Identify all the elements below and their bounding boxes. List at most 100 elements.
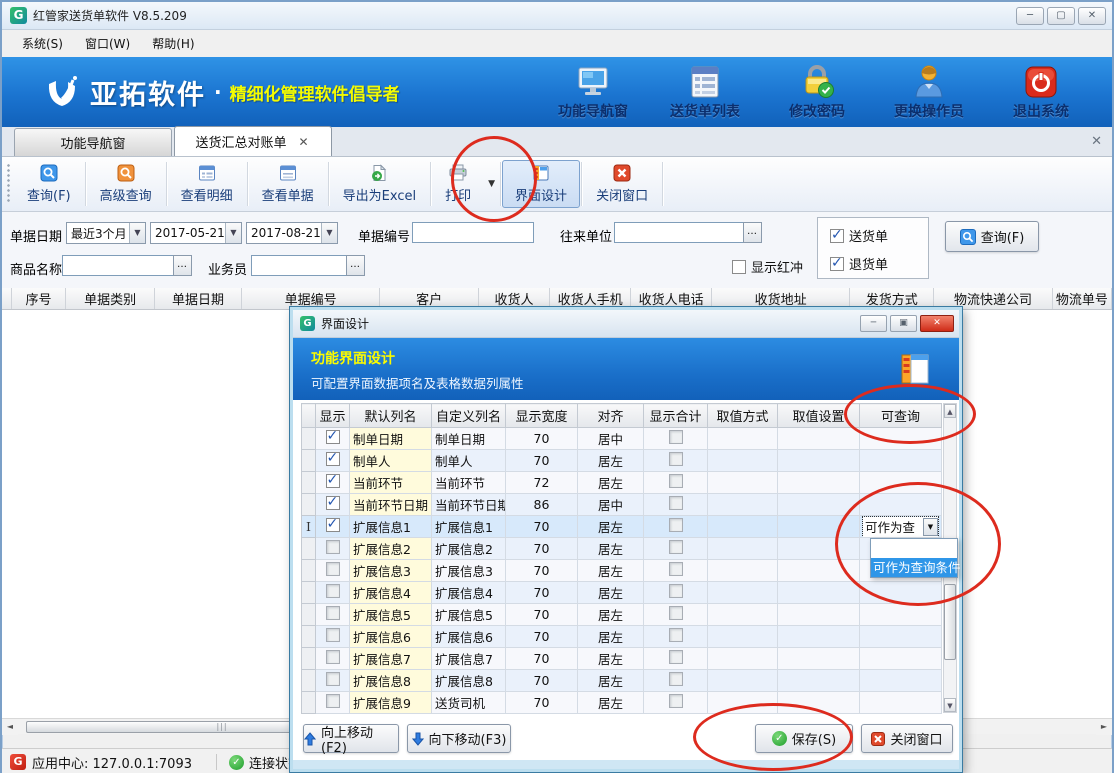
row-selector-cell[interactable]: [302, 428, 316, 450]
config-column-1[interactable]: 默认列名: [350, 404, 432, 428]
value-setting-cell[interactable]: [778, 494, 860, 516]
row-selector-cell[interactable]: [302, 648, 316, 670]
show-cell[interactable]: [316, 538, 350, 560]
sum-cell[interactable]: [644, 560, 708, 582]
grid-column-10[interactable]: 物流快递公司: [934, 288, 1053, 309]
value-setting-cell[interactable]: [778, 450, 860, 472]
queryable-cell[interactable]: [860, 472, 942, 494]
show-cell[interactable]: [316, 626, 350, 648]
show-cell[interactable]: [316, 494, 350, 516]
queryable-cell[interactable]: [860, 494, 942, 516]
align-cell[interactable]: 居中: [578, 494, 644, 516]
show-checkbox[interactable]: [326, 606, 340, 620]
config-column-7[interactable]: 取值设置: [778, 404, 860, 428]
config-row-7[interactable]: 扩展信息3扩展信息370居左: [302, 560, 942, 582]
value-method-cell[interactable]: [708, 494, 778, 516]
toolbar-button-2[interactable]: 高级查询: [87, 160, 165, 208]
align-cell[interactable]: 居左: [578, 472, 644, 494]
bill-type-checkbox[interactable]: [830, 257, 844, 271]
grid-column-1[interactable]: 单据类别: [66, 288, 155, 309]
custom-name-cell[interactable]: 当前环节: [432, 472, 506, 494]
row-selector-cell[interactable]: [302, 582, 316, 604]
config-row-4[interactable]: 当前环节日期当前环节日期86居中: [302, 494, 942, 516]
date-range-select[interactable]: 最近3个月 ▼: [66, 222, 146, 244]
config-column-3[interactable]: 显示宽度: [506, 404, 578, 428]
salesman-picker-button[interactable]: …: [346, 255, 365, 276]
toolbar-button-5[interactable]: 导出为Excel: [330, 160, 429, 208]
column-config-table[interactable]: 显示默认列名自定义列名显示宽度对齐显示合计取值方式取值设置可查询 制单日期制单日…: [301, 403, 942, 714]
queryable-cell[interactable]: [860, 428, 942, 450]
config-row-9[interactable]: 扩展信息5扩展信息570居左: [302, 604, 942, 626]
sum-checkbox[interactable]: [669, 606, 683, 620]
show-checkbox[interactable]: [326, 628, 340, 642]
sum-checkbox[interactable]: [669, 562, 683, 576]
sum-checkbox[interactable]: [669, 650, 683, 664]
sum-checkbox[interactable]: [669, 584, 683, 598]
show-checkbox[interactable]: [326, 452, 340, 466]
maximize-button[interactable]: ▢: [1047, 7, 1075, 25]
bill-type-check-0[interactable]: 送货单: [830, 226, 928, 245]
show-cell[interactable]: [316, 472, 350, 494]
row-selector-cell[interactable]: [302, 670, 316, 692]
toolbar-button-8[interactable]: 关闭窗口: [583, 160, 661, 208]
sum-checkbox[interactable]: [669, 694, 683, 708]
value-method-cell[interactable]: [708, 560, 778, 582]
align-cell[interactable]: 居左: [578, 450, 644, 472]
queryable-dropdown-list[interactable]: 可作为查询条件: [870, 538, 958, 578]
sum-cell[interactable]: [644, 538, 708, 560]
grid-column-7[interactable]: 收货人电话: [631, 288, 712, 309]
width-cell[interactable]: 70: [506, 428, 578, 450]
config-row-3[interactable]: 当前环节当前环节72居左: [302, 472, 942, 494]
value-setting-cell[interactable]: [778, 538, 860, 560]
width-cell[interactable]: 70: [506, 604, 578, 626]
value-setting-cell[interactable]: [778, 428, 860, 450]
config-row-10[interactable]: 扩展信息6扩展信息670居左: [302, 626, 942, 648]
align-cell[interactable]: 居左: [578, 648, 644, 670]
config-row-6[interactable]: 扩展信息2扩展信息270居左: [302, 538, 942, 560]
row-selector-cell[interactable]: I: [302, 516, 316, 538]
sum-cell[interactable]: [644, 604, 708, 626]
sum-checkbox[interactable]: [669, 474, 683, 488]
config-column-5[interactable]: 显示合计: [644, 404, 708, 428]
toolbar-button-6[interactable]: 打印: [432, 160, 484, 208]
bill-type-check-1[interactable]: 退货单: [830, 254, 928, 273]
align-cell[interactable]: 居左: [578, 692, 644, 714]
show-checkbox[interactable]: [326, 540, 340, 554]
bill-type-checkbox[interactable]: [830, 229, 844, 243]
custom-name-cell[interactable]: 扩展信息4: [432, 582, 506, 604]
custom-name-cell[interactable]: 扩展信息6: [432, 626, 506, 648]
grid-column-4[interactable]: 客户: [380, 288, 479, 309]
partner-picker-button[interactable]: …: [743, 222, 762, 243]
grid-column-8[interactable]: 收货地址: [712, 288, 850, 309]
banner-action-operator[interactable]: 更换操作员: [886, 63, 972, 121]
custom-name-cell[interactable]: 制单日期: [432, 428, 506, 450]
custom-name-cell[interactable]: 扩展信息1: [432, 516, 506, 538]
width-cell[interactable]: 70: [506, 538, 578, 560]
queryable-editor[interactable]: 可作为查▼: [863, 517, 938, 537]
toolbar-button-4[interactable]: 查看单据: [249, 160, 327, 208]
width-cell[interactable]: 86: [506, 494, 578, 516]
menu-item-1[interactable]: 窗口(W): [75, 32, 140, 55]
queryable-cell[interactable]: [860, 450, 942, 472]
sum-cell[interactable]: [644, 670, 708, 692]
config-row-13[interactable]: 扩展信息9送货司机70居左: [302, 692, 942, 714]
partner-input[interactable]: [614, 222, 744, 243]
show-cell[interactable]: [316, 692, 350, 714]
value-method-cell[interactable]: [708, 604, 778, 626]
dropdown-option-0[interactable]: [871, 539, 957, 558]
minimize-button[interactable]: ─: [1016, 7, 1044, 25]
value-setting-cell[interactable]: [778, 626, 860, 648]
value-method-cell[interactable]: [708, 582, 778, 604]
config-column-2[interactable]: 自定义列名: [432, 404, 506, 428]
banner-action-lock[interactable]: 修改密码: [774, 63, 860, 121]
row-selector-cell[interactable]: [302, 604, 316, 626]
show-checkbox[interactable]: [326, 584, 340, 598]
row-selector-cell[interactable]: [302, 472, 316, 494]
date-to-select[interactable]: 2017-08-21 ▼: [246, 222, 338, 244]
value-method-cell[interactable]: [708, 538, 778, 560]
queryable-cell[interactable]: [860, 626, 942, 648]
close-button[interactable]: ✕: [1078, 7, 1106, 25]
tab-0[interactable]: 功能导航窗: [14, 128, 172, 156]
scroll-left-icon[interactable]: ◄: [2, 719, 18, 735]
width-cell[interactable]: 70: [506, 626, 578, 648]
